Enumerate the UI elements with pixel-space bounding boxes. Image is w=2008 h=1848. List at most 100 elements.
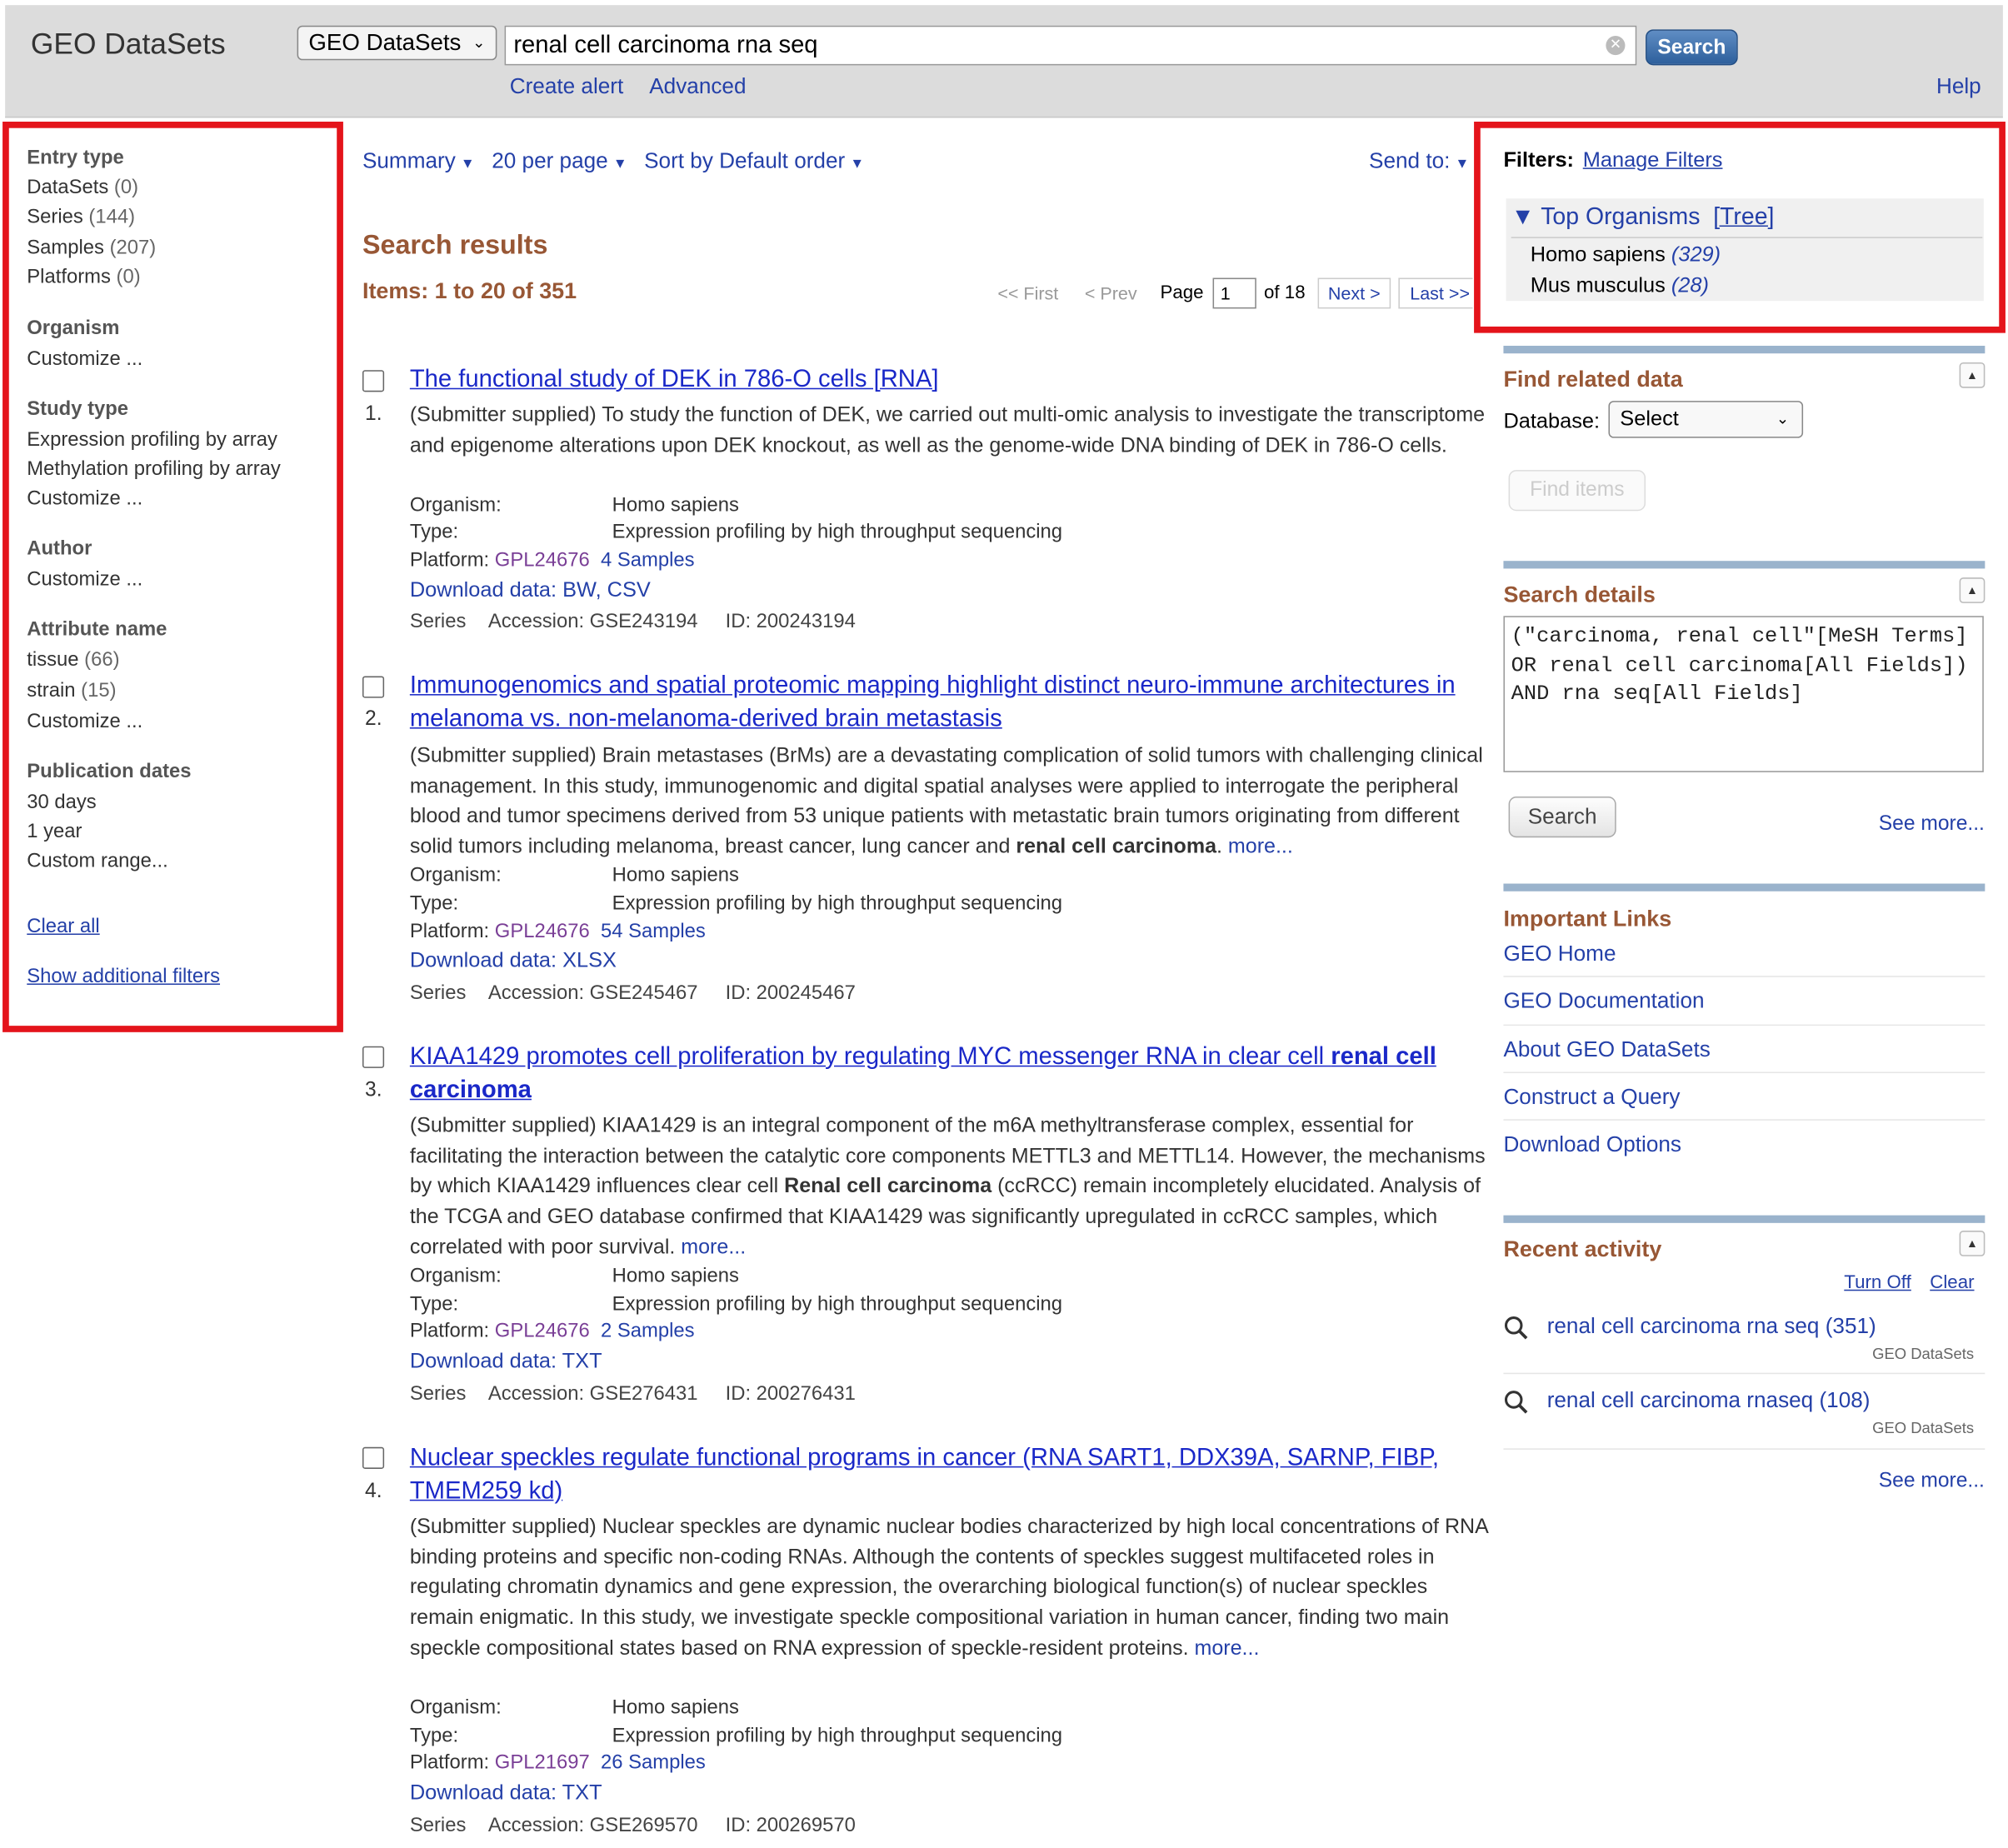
search-details-button[interactable]: Search: [1508, 797, 1616, 838]
top-organisms-header[interactable]: ▼ Top Organisms [Tree]: [1511, 202, 1775, 231]
filter-author-customize[interactable]: Customize ...: [27, 568, 142, 592]
next-page-button[interactable]: Next >: [1317, 277, 1391, 309]
create-alert-link[interactable]: Create alert: [510, 74, 624, 100]
collapse-icon[interactable]: ▲: [1959, 577, 1986, 603]
filter-study-type-customize[interactable]: Customize ...: [27, 488, 142, 512]
advanced-search-link[interactable]: Advanced: [649, 74, 746, 100]
download-data-link[interactable]: Download data: BW, CSV: [410, 579, 651, 603]
geo-documentation-link[interactable]: GEO Documentation: [1503, 989, 1704, 1015]
samples-link[interactable]: 4 Samples: [601, 549, 695, 571]
search-details-see-more[interactable]: See more...: [1879, 813, 1985, 837]
result-checkbox[interactable]: [362, 676, 385, 698]
type-value: Expression profiling by high throughput …: [612, 1293, 1063, 1316]
database-select[interactable]: Select ⌄: [1608, 401, 1804, 438]
filter-organism-customize[interactable]: Customize ...: [27, 348, 142, 372]
organism-homo-sapiens[interactable]: Homo sapiens (329): [1531, 243, 1721, 267]
platform-link[interactable]: GPL24676: [495, 921, 590, 942]
magnifier-icon: [1504, 1391, 1528, 1414]
summary-label: Summary: [362, 148, 456, 173]
organism-value: Homo sapiens: [612, 864, 739, 887]
search-input[interactable]: renal cell carcinoma rna seq ✕: [504, 25, 1637, 66]
page-root: GEO DataSets GEO DataSets ⌄ renal cell ca…: [0, 0, 2008, 1848]
samples-link[interactable]: 54 Samples: [601, 921, 706, 942]
app-logo[interactable]: GEO DataSets: [31, 27, 226, 61]
result-title-link[interactable]: Immunogenomics and spatial proteomic map…: [410, 670, 1486, 737]
result-number: 3.: [365, 1079, 382, 1101]
result-title-link[interactable]: Nuclear speckles regulate functional pro…: [410, 1442, 1486, 1509]
filter-expression-profiling-array[interactable]: Expression profiling by array: [27, 429, 277, 452]
geo-home-link[interactable]: GEO Home: [1503, 941, 1616, 967]
search-button[interactable]: Search: [1646, 29, 1738, 66]
filter-1-year[interactable]: 1 year: [27, 821, 82, 844]
result-id: ID: 200245467: [725, 981, 856, 1005]
filter-label: DataSets: [27, 177, 109, 199]
samples-link[interactable]: 26 Samples: [601, 1752, 706, 1774]
section-bar: [1503, 561, 1986, 569]
clear-all-link[interactable]: Clear all: [27, 916, 99, 939]
about-geo-datasets-link[interactable]: About GEO DataSets: [1503, 1037, 1710, 1063]
search-details-textarea[interactable]: ("carcinoma, renal cell"[MeSH Terms] OR …: [1503, 616, 1984, 772]
collapse-icon[interactable]: ▲: [1959, 362, 1986, 388]
samples-link[interactable]: 2 Samples: [601, 1321, 695, 1342]
more-link[interactable]: more...: [1228, 835, 1293, 858]
send-to-dropdown[interactable]: Send to: ▼: [1369, 148, 1469, 174]
last-page-button[interactable]: Last >>: [1398, 277, 1473, 309]
type-value: Expression profiling by high throughput …: [612, 521, 1063, 543]
organism-count: (28): [1671, 273, 1709, 297]
recent-activity-see-more[interactable]: See more...: [1879, 1470, 1985, 1493]
series-label: Series: [409, 611, 467, 633]
more-link[interactable]: more...: [1195, 1636, 1260, 1660]
download-options-link[interactable]: Download Options: [1503, 1132, 1681, 1158]
summary-dropdown[interactable]: Summary ▼: [362, 148, 475, 174]
recent-activity-item[interactable]: renal cell carcinoma rna seq (351): [1547, 1314, 1876, 1340]
download-data-link[interactable]: Download data: TXT: [410, 1350, 602, 1374]
more-link[interactable]: more...: [681, 1236, 746, 1259]
per-page-label: 20 per page: [492, 148, 608, 173]
filter-series[interactable]: Series (144): [27, 206, 135, 229]
platform-link[interactable]: GPL21697: [495, 1752, 590, 1774]
prev-page-link[interactable]: < Prev: [1085, 283, 1137, 304]
result-checkbox[interactable]: [362, 1446, 385, 1469]
platform-link[interactable]: GPL24676: [495, 549, 590, 571]
caret-down-icon: ▼: [460, 156, 475, 172]
per-page-dropdown[interactable]: 20 per page ▼: [492, 148, 627, 174]
download-data-link[interactable]: Download data: TXT: [410, 1781, 602, 1806]
download-data-link[interactable]: Download data: XLSX: [410, 949, 617, 973]
caret-down-icon: ▼: [1455, 156, 1470, 172]
show-additional-filters-link[interactable]: Show additional filters: [27, 966, 220, 989]
recent-activity-item[interactable]: renal cell carcinoma rnaseq (108): [1547, 1388, 1871, 1414]
filter-datasets[interactable]: DataSets (0): [27, 177, 138, 200]
filter-tissue[interactable]: tissue (66): [27, 649, 119, 672]
divider: [1503, 1372, 1986, 1375]
result-checkbox[interactable]: [362, 370, 385, 392]
database-dropdown[interactable]: GEO DataSets ⌄: [297, 25, 497, 61]
tree-link[interactable]: [Tree]: [1713, 202, 1774, 229]
first-page-link[interactable]: << First: [997, 283, 1058, 304]
result-description: (Submitter supplied) Nuclear speckles ar…: [410, 1512, 1488, 1664]
filter-attribute-customize[interactable]: Customize ...: [27, 711, 142, 734]
filter-samples[interactable]: Samples (207): [27, 237, 156, 260]
clear-recent-link[interactable]: Clear: [1930, 1273, 1974, 1294]
turn-off-link[interactable]: Turn Off: [1844, 1273, 1911, 1294]
organism-mus-musculus[interactable]: Mus musculus (28): [1531, 274, 1709, 298]
result-number: 1.: [365, 403, 382, 426]
find-items-button[interactable]: Find items: [1508, 470, 1646, 512]
collapse-icon[interactable]: ▲: [1959, 1231, 1986, 1256]
filter-strain[interactable]: strain (15): [27, 680, 116, 703]
filter-custom-range[interactable]: Custom range...: [27, 851, 168, 874]
filter-platforms[interactable]: Platforms (0): [27, 267, 140, 290]
result-title-link[interactable]: KIAA1429 promotes cell proliferation by …: [410, 1041, 1486, 1108]
result-title-link[interactable]: The functional study of DEK in 786-O cel…: [410, 364, 1486, 397]
page-number-input[interactable]: 1: [1212, 277, 1256, 309]
filter-30-days[interactable]: 30 days: [27, 792, 96, 815]
help-link[interactable]: Help: [1936, 74, 1981, 100]
filter-methylation-profiling-array[interactable]: Methylation profiling by array: [27, 458, 281, 482]
clear-icon[interactable]: ✕: [1606, 36, 1626, 56]
manage-filters-link[interactable]: Manage Filters: [1583, 148, 1723, 172]
search-input-value: renal cell carcinoma rna seq: [513, 32, 818, 59]
construct-query-link[interactable]: Construct a Query: [1503, 1085, 1680, 1111]
sort-dropdown[interactable]: Sort by Default order ▼: [644, 148, 864, 174]
series-label: Series: [409, 981, 467, 1005]
result-checkbox[interactable]: [362, 1046, 385, 1068]
platform-link[interactable]: GPL24676: [495, 1321, 590, 1342]
